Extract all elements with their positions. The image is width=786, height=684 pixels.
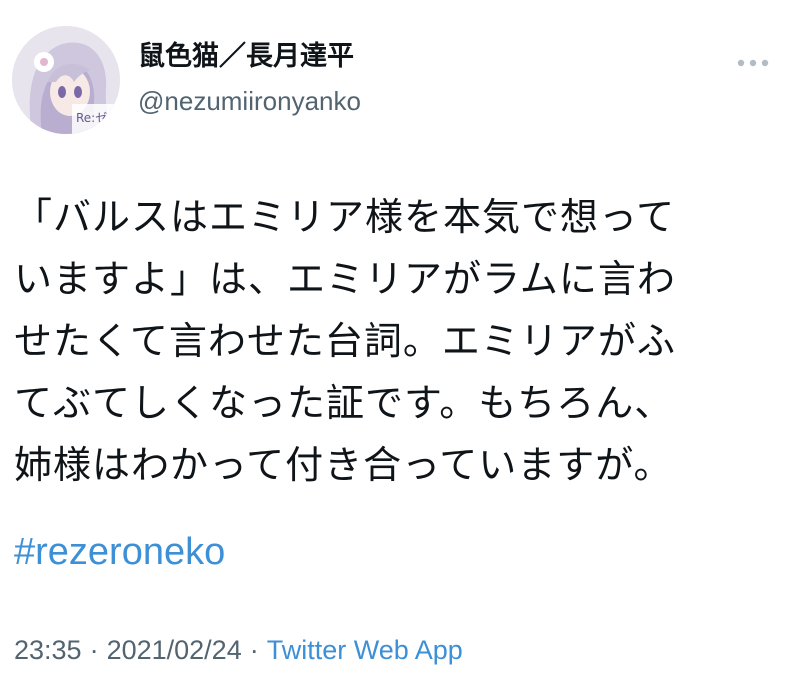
- tweet-text-line: 姉様はわかって付き合っていますが。: [14, 443, 673, 487]
- tweet-text-line: 「バルスはエミリア様を本気で想って: [14, 195, 676, 239]
- tweet-time[interactable]: 23:35: [14, 635, 82, 665]
- more-options-icon[interactable]: [736, 54, 770, 67]
- author-names: 鼠色猫／長月達平 @nezumiironyanko: [138, 40, 361, 118]
- tweet: Re:ゼロ 鼠色猫／長月達平 @nezumiironyanko 「バルスはエミリ…: [0, 0, 786, 684]
- tweet-text-line: いますよ」は、エミリアがラムに言わ: [14, 257, 676, 301]
- hashtag-link[interactable]: #rezeroneko: [14, 527, 225, 577]
- display-name[interactable]: 鼠色猫／長月達平: [138, 40, 361, 74]
- avatar[interactable]: Re:ゼロ: [12, 26, 120, 134]
- tweet-text: 「バルスはエミリア様を本気で想って いますよ」は、エミリアがラムに言わ せたくて…: [14, 186, 774, 496]
- tweet-header: Re:ゼロ 鼠色猫／長月達平 @nezumiironyanko: [12, 26, 774, 136]
- anime-character-avatar-icon: Re:ゼロ: [12, 26, 120, 134]
- tweet-source-link[interactable]: Twitter Web App: [267, 635, 463, 665]
- meta-separator: ·: [89, 635, 99, 665]
- tweet-date[interactable]: 2021/02/24: [107, 635, 242, 665]
- svg-text:Re:ゼロ: Re:ゼロ: [76, 111, 119, 125]
- tweet-text-line: てぶてしくなった証です。もちろん、: [14, 381, 674, 425]
- meta-separator: ·: [249, 635, 259, 665]
- user-handle[interactable]: @nezumiironyanko: [138, 84, 361, 118]
- tweet-text-line: せたくて言わせた台詞。エミリアがふ: [14, 319, 676, 363]
- tweet-meta: 23:35 · 2021/02/24 · Twitter Web App: [14, 632, 463, 668]
